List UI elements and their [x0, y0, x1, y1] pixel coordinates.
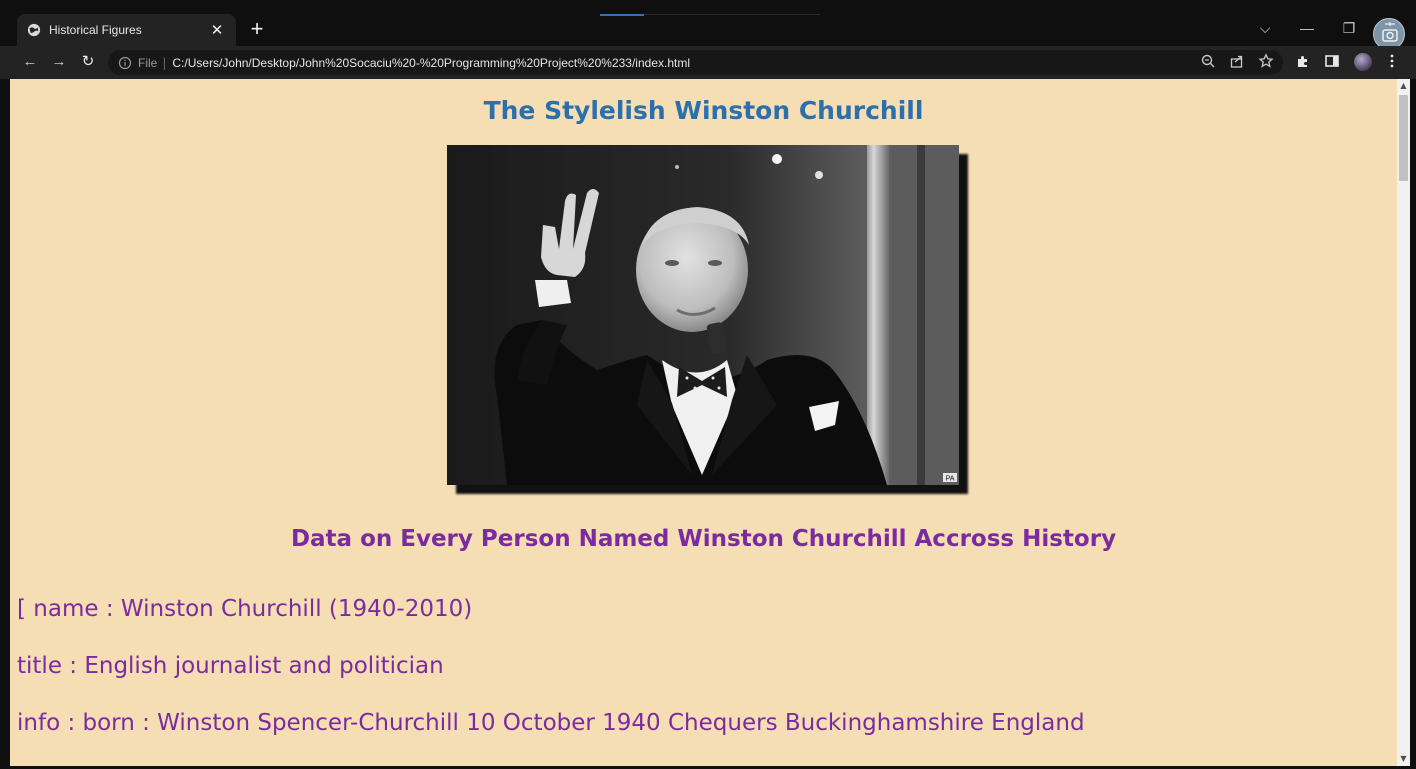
page-viewport: The Stylelish Winston Churchill PA Data … — [10, 79, 1397, 766]
file-label: File — [138, 55, 158, 70]
record-title-line: title : English journalist and politicia… — [17, 653, 444, 679]
record-name-line: [ name : Winston Churchill (1940-2010) — [17, 596, 473, 622]
forward-button[interactable]: → — [49, 52, 69, 72]
back-button[interactable]: ← — [20, 52, 40, 72]
share-icon[interactable] — [1229, 53, 1245, 69]
tab-indicator — [600, 14, 644, 16]
tab-title: Historical Figures — [49, 23, 142, 37]
side-panel-icon[interactable] — [1324, 53, 1340, 69]
globe-icon — [27, 23, 41, 37]
scroll-up-arrow-icon[interactable]: ▲ — [1397, 79, 1410, 93]
address-separator: | — [162, 55, 167, 70]
page-scrollbar[interactable]: ▲ ▼ — [1397, 79, 1410, 766]
extensions-icon[interactable] — [1295, 53, 1311, 69]
menu-icon[interactable] — [1384, 53, 1400, 69]
tab-divider — [644, 14, 820, 15]
churchill-portrait-image: PA — [447, 145, 959, 485]
profile-avatar-icon[interactable] — [1353, 52, 1373, 72]
record-info-line: info : born : Winston Spencer-Churchill … — [17, 710, 1085, 736]
tab-close-icon[interactable]: ✕ — [208, 21, 226, 39]
browser-toolbar: ← → ↻ File | C:/Users/John/Desktop/John%… — [0, 46, 1416, 79]
page-subtitle: Data on Every Person Named Winston Churc… — [290, 526, 1117, 552]
zoom-icon[interactable] — [1200, 53, 1216, 69]
window-frame-left — [0, 79, 10, 769]
info-icon[interactable] — [118, 56, 132, 70]
tab-search-icon[interactable]: ⌵ — [1254, 14, 1276, 42]
tab-strip: Historical Figures ✕ + ⌵ — ❐ — [0, 0, 1416, 50]
restore-button[interactable]: ❐ — [1338, 14, 1360, 42]
minimize-button[interactable]: — — [1296, 14, 1318, 42]
churchill-photo: PA — [447, 145, 968, 494]
new-tab-button[interactable]: + — [246, 16, 268, 42]
page-title: The Stylelish Winston Churchill — [483, 96, 924, 125]
bookmark-star-icon[interactable] — [1258, 53, 1274, 69]
address-bar[interactable]: File | C:/Users/John/Desktop/John%20Soca… — [108, 50, 1283, 75]
url-text[interactable]: C:/Users/John/Desktop/John%20Socaciu%20-… — [172, 56, 690, 70]
scrollbar-thumb[interactable] — [1399, 95, 1408, 181]
window-frame-right — [1410, 79, 1416, 769]
browser-tab[interactable]: Historical Figures ✕ — [17, 14, 236, 46]
photo-watermark: PA — [946, 476, 955, 483]
reload-button[interactable]: ↻ — [78, 52, 98, 72]
scroll-down-arrow-icon[interactable]: ▼ — [1397, 752, 1410, 766]
